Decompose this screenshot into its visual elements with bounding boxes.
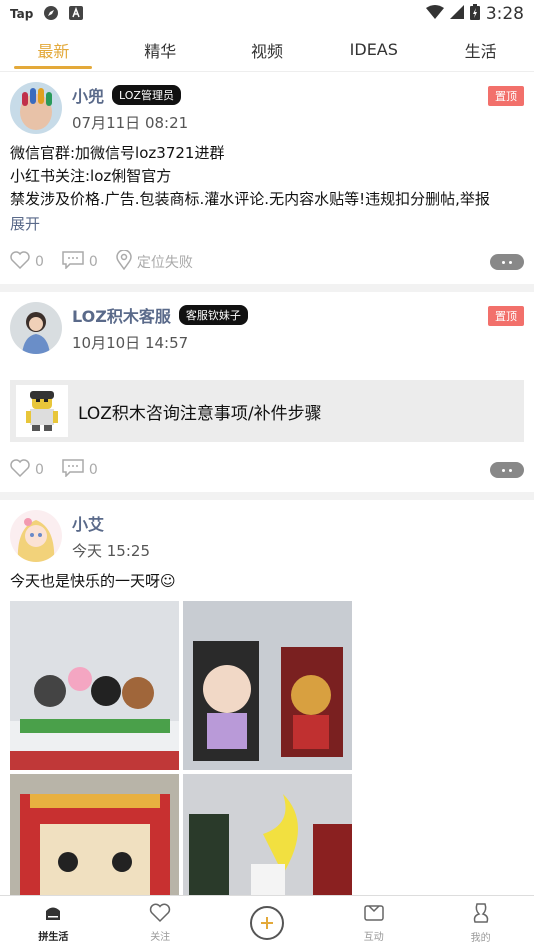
photo-grid xyxy=(10,601,524,895)
location-info: 定位失败 xyxy=(116,249,193,274)
post-photo[interactable] xyxy=(183,774,352,895)
wifi-icon xyxy=(425,4,444,24)
status-bar: Tap 3:28 xyxy=(0,0,534,28)
nav-following[interactable]: 关注 xyxy=(107,896,214,950)
post-photo[interactable] xyxy=(10,774,179,895)
author-name[interactable]: LOZ积木客服 xyxy=(72,303,171,327)
compass-icon xyxy=(43,5,59,24)
article-thumbnail xyxy=(16,385,68,437)
tap-app-label: Tap xyxy=(10,7,34,21)
clock: 3:28 xyxy=(485,4,524,24)
avatar[interactable] xyxy=(10,510,62,562)
comment-button[interactable]: 0 xyxy=(62,251,98,273)
like-button[interactable]: 0 xyxy=(10,459,44,481)
post-photo[interactable] xyxy=(10,601,179,770)
comment-count: 0 xyxy=(88,254,98,270)
nav-label: 我的 xyxy=(470,933,491,944)
bottom-navigation: 拼生活 关注 互动 我的 xyxy=(0,895,534,950)
post-time: 10月10日 14:57 xyxy=(72,334,189,352)
post-feed: 小兜 LOZ管理员 07月11日 08:21 置顶 微信官群:加微信号loz37… xyxy=(0,72,534,895)
nav-label: 拼生活 xyxy=(38,932,69,943)
post-line: 微信官群:加微信号loz3721进群 xyxy=(10,144,225,162)
article-link-card[interactable]: LOZ积木咨询注意事项/补件步骤 xyxy=(10,380,524,442)
heart-icon xyxy=(10,459,30,481)
pinned-badge: 置顶 xyxy=(488,86,524,106)
like-count: 0 xyxy=(35,254,44,270)
post-time: 今天 15:25 xyxy=(72,542,150,560)
nav-interaction[interactable]: 互动 xyxy=(320,896,427,950)
a-app-icon xyxy=(69,5,84,23)
article-title: LOZ积木咨询注意事项/补件步骤 xyxy=(78,403,322,424)
nav-label: 关注 xyxy=(150,932,171,943)
message-box-icon xyxy=(363,903,385,926)
comment-icon xyxy=(62,251,84,273)
post-card[interactable]: 小兜 LOZ管理员 07月11日 08:21 置顶 微信官群:加微信号loz37… xyxy=(0,72,534,284)
nav-home[interactable]: 拼生活 xyxy=(0,896,107,950)
more-options-button[interactable] xyxy=(490,254,524,270)
battery-icon xyxy=(469,3,480,25)
nav-create-post[interactable] xyxy=(214,896,321,950)
add-icon xyxy=(249,906,284,940)
author-name[interactable]: 小兜 xyxy=(72,83,104,107)
post-body[interactable]: 今天也是快乐的一天呀☺ xyxy=(10,570,524,593)
post-card[interactable]: 小艾 今天 15:25 今天也是快乐的一天呀☺ xyxy=(0,500,534,895)
post-line: 禁发涉及价格.广告.包装商标.灌水评论.无内容水贴等!违规扣分删帖,举报 xyxy=(10,190,490,208)
tab-life[interactable]: 生活 xyxy=(427,28,534,71)
like-button[interactable]: 0 xyxy=(10,251,44,273)
category-tabs: 最新 精华 视频 IDEAS 生活 xyxy=(0,28,534,72)
signal-icon xyxy=(449,4,464,24)
role-badge: LOZ管理员 xyxy=(112,85,181,105)
avatar[interactable] xyxy=(10,82,62,134)
role-badge: 客服钦妹子 xyxy=(178,305,248,325)
comment-count: 0 xyxy=(88,462,98,478)
post-photo[interactable] xyxy=(183,601,352,770)
tab-latest[interactable]: 最新 xyxy=(0,28,107,71)
post-card[interactable]: LOZ积木客服 客服钦妹子 10月10日 14:57 置顶 LOZ积木咨询注意事… xyxy=(0,292,534,492)
heart-icon xyxy=(149,903,171,926)
tab-ideas[interactable]: IDEAS xyxy=(320,28,427,71)
comment-button[interactable]: 0 xyxy=(62,459,98,481)
nav-label: 互动 xyxy=(363,932,384,943)
heart-icon xyxy=(10,251,30,273)
tab-featured[interactable]: 精华 xyxy=(107,28,214,71)
comment-icon xyxy=(62,459,84,481)
profile-icon xyxy=(471,902,491,927)
tab-video[interactable]: 视频 xyxy=(214,28,321,71)
avatar[interactable] xyxy=(10,302,62,354)
like-count: 0 xyxy=(35,462,44,478)
post-line: 小红书关注:loz俐智官方 xyxy=(10,167,172,185)
home-icon xyxy=(43,903,63,926)
location-pin-icon xyxy=(116,249,132,274)
post-time: 07月11日 08:21 xyxy=(72,114,189,132)
nav-profile[interactable]: 我的 xyxy=(427,896,534,950)
pinned-badge: 置顶 xyxy=(488,306,524,326)
post-body[interactable]: 微信官群:加微信号loz3721进群 小红书关注:loz俐智官方 禁发涉及价格.… xyxy=(10,142,524,211)
more-options-button[interactable] xyxy=(490,462,524,478)
expand-link[interactable]: 展开 xyxy=(10,213,524,234)
author-name[interactable]: 小艾 xyxy=(72,511,104,535)
location-text: 定位失败 xyxy=(136,255,193,271)
